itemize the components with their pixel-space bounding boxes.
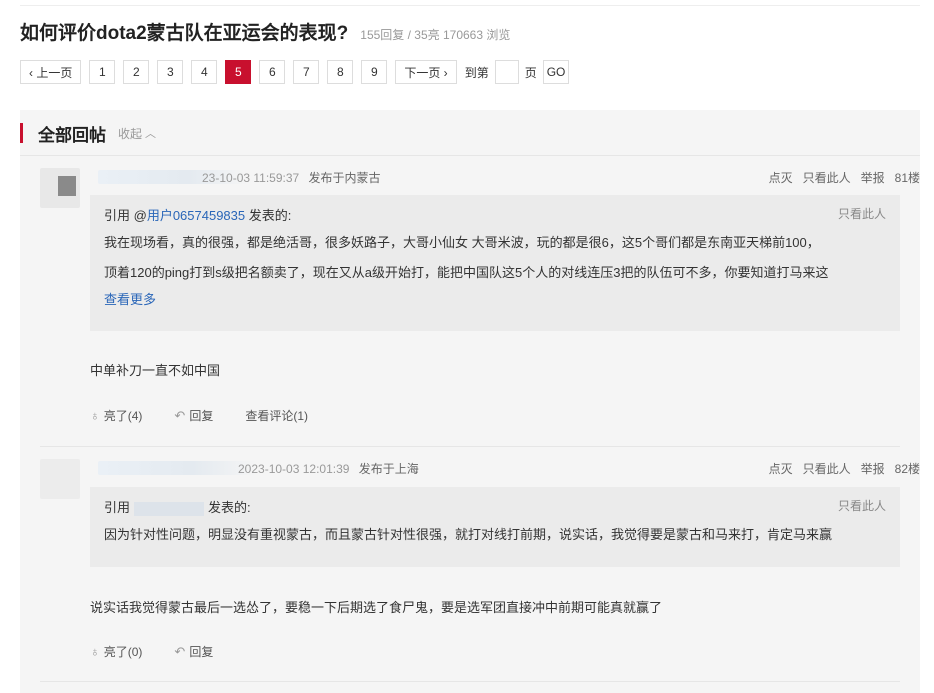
- thread-stats: 155回复 / 35亮 170663 浏览: [360, 28, 511, 42]
- post-footer: ♁ 亮了(4) ↶ 回复 查看评论(1): [90, 407, 340, 424]
- reply-label: 回复: [189, 409, 214, 423]
- page-7-button[interactable]: 7: [293, 60, 320, 84]
- post-time: 2023-10-03 12:01:39: [238, 462, 350, 476]
- post-divider: [40, 681, 900, 682]
- page-4-button[interactable]: 4: [191, 60, 218, 84]
- downvote-button[interactable]: 点灭: [769, 169, 793, 186]
- only-this-user-button[interactable]: 只看此人: [803, 460, 851, 477]
- post-footer: ♁ 亮了(0) ↶ 回复: [90, 643, 245, 660]
- quoted-user-blurred: [134, 501, 205, 516]
- reply-icon: ↶: [174, 643, 186, 659]
- post-location: 发布于上海: [358, 462, 419, 476]
- reply-button[interactable]: ↶ 回复: [174, 407, 213, 424]
- view-more-link[interactable]: 查看更多: [104, 288, 886, 312]
- reply-icon: ↶: [174, 407, 186, 423]
- quote-header: 引用 发表的:: [104, 500, 251, 516]
- top-divider: [20, 5, 920, 6]
- replies-panel: 全部回帖 收起 ︿ 23-10-03 11:59:37 发布于内蒙古 点灭 只看…: [20, 110, 920, 693]
- post-meta: 23-10-03 11:59:37 发布于内蒙古: [202, 169, 381, 186]
- quote-block: 引用 @用户0657459835 发表的: 只看此人 我在现场看，真的很强，都是…: [90, 195, 900, 331]
- downvote-button[interactable]: 点灭: [769, 460, 793, 477]
- section-divider: [20, 155, 920, 156]
- report-button[interactable]: 举报: [861, 460, 885, 477]
- page-8-button[interactable]: 8: [327, 60, 354, 84]
- collapse-button[interactable]: 收起 ︿: [118, 125, 156, 142]
- bulb-icon: ♁: [90, 408, 100, 423]
- quote-block: 引用 发表的: 只看此人 因为针对性问题，明显没有重视蒙古，而且蒙古针对性很强，就…: [90, 487, 900, 567]
- post-location: 发布于内蒙古: [308, 171, 381, 185]
- bulb-icon: ♁: [90, 644, 100, 659]
- go-button[interactable]: GO: [542, 60, 570, 84]
- light-button[interactable]: ♁ 亮了(0): [90, 643, 142, 660]
- goto-prefix: 到第: [464, 65, 489, 80]
- goto-page-input[interactable]: [494, 60, 519, 84]
- page-6-button[interactable]: 6: [259, 60, 286, 84]
- section-title: 全部回帖: [38, 125, 106, 145]
- floor-number: 81楼: [894, 171, 920, 185]
- avatar[interactable]: [40, 459, 80, 499]
- post-actions: 点灭 只看此人 举报 82楼: [759, 460, 920, 477]
- post-content: 说实话我觉得蒙古最后一选怂了，要稳一下后期选了食尸鬼，要是选军团直接冲中前期可能…: [90, 600, 663, 615]
- collapse-label: 收起: [118, 126, 143, 141]
- pagination: ‹ 上一页 1 2 3 4 5 6 7 8 9 下一页 › 到第 页 GO: [20, 60, 577, 84]
- post-item: 2023-10-03 12:01:39 发布于上海 点灭 只看此人 举报 82楼…: [40, 459, 920, 689]
- page-3-button[interactable]: 3: [157, 60, 184, 84]
- quote-text: 因为针对性问题，明显没有重视蒙古，而且蒙古针对性很强，就打对线打前期，说实话，我…: [104, 527, 833, 542]
- post-divider: [40, 446, 900, 447]
- report-button[interactable]: 举报: [861, 169, 885, 186]
- page-5-button-current[interactable]: 5: [225, 60, 252, 84]
- light-count: 亮了(4): [103, 409, 143, 423]
- prev-page-button[interactable]: ‹ 上一页: [20, 60, 82, 84]
- username-blurred: [98, 461, 256, 475]
- post-item: 23-10-03 11:59:37 发布于内蒙古 点灭 只看此人 举报 81楼 …: [40, 168, 920, 438]
- post-content: 中单补刀一直不如中国: [90, 363, 221, 378]
- section-accent-bar: [20, 123, 23, 143]
- view-comments-button[interactable]: 查看评论(1): [245, 407, 308, 424]
- light-button[interactable]: ♁ 亮了(4): [90, 407, 142, 424]
- quote-only-this-user-button[interactable]: 只看此人: [838, 497, 886, 516]
- thread-header: 如何评价dota2蒙古队在亚运会的表现? 155回复 / 35亮 170663 …: [20, 18, 510, 45]
- quoted-user-link[interactable]: 用户0657459835: [147, 208, 245, 223]
- reply-button[interactable]: ↶ 回复: [174, 643, 213, 660]
- page-1-button[interactable]: 1: [89, 60, 116, 84]
- chevron-up-icon: ︿: [145, 128, 157, 140]
- section-header: 全部回帖 收起 ︿: [20, 120, 156, 146]
- avatar[interactable]: [40, 168, 80, 208]
- page-9-button[interactable]: 9: [361, 60, 388, 84]
- page-2-button[interactable]: 2: [123, 60, 150, 84]
- post-time: 23-10-03 11:59:37: [202, 171, 300, 185]
- light-count: 亮了(0): [103, 645, 143, 659]
- quote-header: 引用 @用户0657459835 发表的:: [104, 208, 292, 223]
- reply-label: 回复: [189, 645, 214, 659]
- thread-title: 如何评价dota2蒙古队在亚运会的表现?: [20, 23, 349, 44]
- goto-suffix: 页: [524, 65, 537, 80]
- only-this-user-button[interactable]: 只看此人: [803, 169, 851, 186]
- quote-text: 我在现场看，真的很强，都是绝活哥，很多妖路子，大哥小仙女 大哥米波，玩的都是很6…: [104, 235, 829, 280]
- post-actions: 点灭 只看此人 举报 81楼: [759, 169, 920, 186]
- post-meta: 2023-10-03 12:01:39 发布于上海: [238, 460, 419, 477]
- quote-only-this-user-button[interactable]: 只看此人: [838, 205, 886, 224]
- next-page-button[interactable]: 下一页 ›: [395, 60, 457, 84]
- floor-number: 82楼: [894, 462, 920, 476]
